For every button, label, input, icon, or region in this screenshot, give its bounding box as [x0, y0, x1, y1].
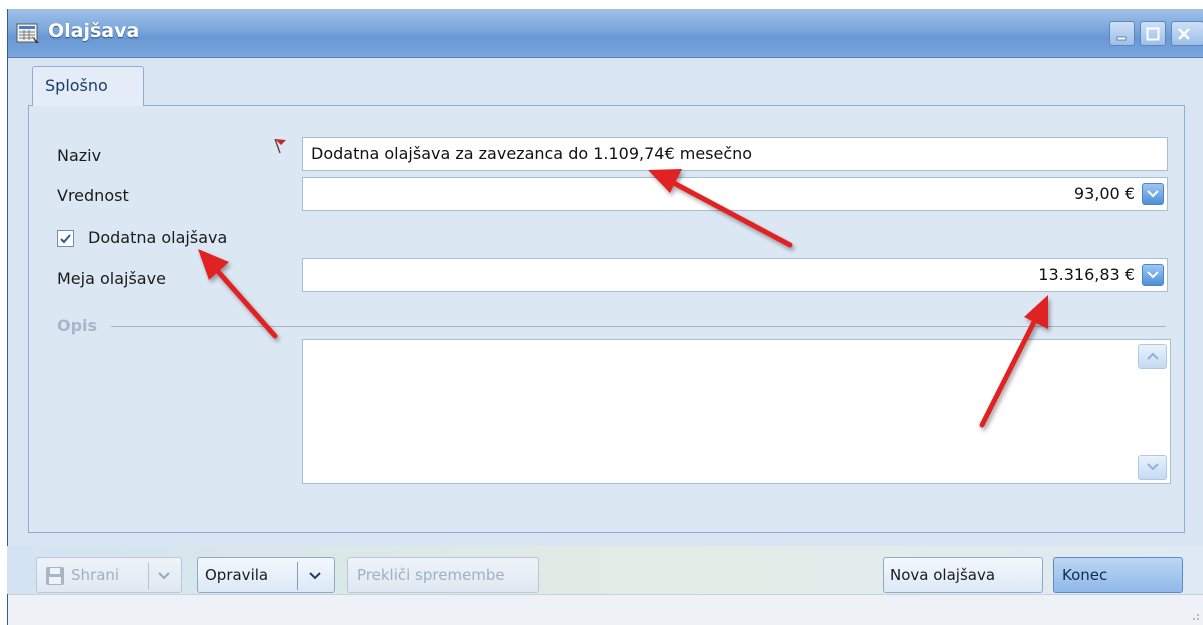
save-button[interactable]: Shrani — [36, 557, 182, 593]
naziv-label: Naziv — [57, 146, 102, 165]
split-separator — [148, 562, 149, 590]
close-label: Konec — [1062, 566, 1108, 584]
checkmark-icon — [60, 234, 71, 244]
vrednost-dropdown-button[interactable] — [1142, 183, 1164, 205]
cancel-changes-button[interactable]: Prekliči spremembe — [347, 557, 539, 593]
vrednost-input[interactable]: 93,00 € — [302, 177, 1168, 211]
tab-label: Splošno — [45, 76, 108, 95]
meja-value: 13.316,83 € — [1038, 265, 1135, 284]
maximize-icon — [1146, 27, 1160, 41]
minimize-button[interactable] — [1109, 21, 1135, 46]
chevron-down-icon — [1147, 271, 1159, 279]
bottom-toolbar: Shrani Opravila Prekliči spremembe Nova … — [7, 546, 1203, 594]
new-label: Nova olajšava — [890, 566, 996, 584]
dodatna-olajsava-checkbox[interactable] — [57, 230, 74, 247]
vrednost-value: 93,00 € — [1073, 184, 1135, 203]
save-icon — [46, 567, 64, 585]
cancel-changes-label: Prekliči spremembe — [357, 566, 505, 584]
dodatna-olajsava-label[interactable]: Dodatna olajšava — [88, 228, 227, 247]
resize-grip-icon[interactable] — [1188, 609, 1200, 621]
meja-label: Meja olajšave — [57, 269, 166, 288]
window-title: Olajšava — [48, 20, 140, 42]
required-flag-icon — [274, 138, 286, 154]
meja-dropdown-button[interactable] — [1142, 264, 1164, 286]
tasks-label: Opravila — [205, 566, 269, 584]
tasks-button[interactable]: Opravila — [197, 557, 335, 593]
chevron-up-icon — [1147, 352, 1159, 360]
opis-group-label: Opis — [57, 316, 98, 335]
save-label: Shrani — [71, 566, 120, 584]
opis-divider — [111, 326, 1166, 327]
close-icon — [1178, 28, 1190, 40]
tab-splosno[interactable]: Splošno — [32, 66, 144, 106]
meja-input[interactable]: 13.316,83 € — [302, 258, 1168, 292]
opis-textarea[interactable] — [302, 339, 1171, 484]
chevron-down-icon — [1147, 463, 1159, 471]
close-window-button[interactable] — [1171, 21, 1203, 46]
chevron-down-icon[interactable] — [158, 572, 170, 580]
close-button[interactable]: Konec — [1053, 557, 1183, 593]
vrednost-label: Vrednost — [57, 186, 129, 205]
maximize-button[interactable] — [1140, 21, 1166, 46]
naziv-value: Dodatna olajšava za zavezanca do 1.109,7… — [311, 144, 753, 163]
scroll-up-button[interactable] — [1138, 344, 1167, 369]
naziv-input[interactable]: Dodatna olajšava za zavezanca do 1.109,7… — [302, 137, 1168, 171]
new-button[interactable]: Nova olajšava — [883, 557, 1043, 593]
minimize-icon — [1116, 36, 1127, 41]
form-icon — [16, 23, 39, 43]
title-bar[interactable]: Olajšava — [8, 9, 1203, 58]
chevron-down-icon[interactable] — [309, 572, 321, 580]
scroll-down-button[interactable] — [1138, 455, 1167, 480]
split-separator — [297, 562, 298, 590]
chevron-down-icon — [1147, 190, 1159, 198]
status-bar — [8, 594, 1203, 625]
